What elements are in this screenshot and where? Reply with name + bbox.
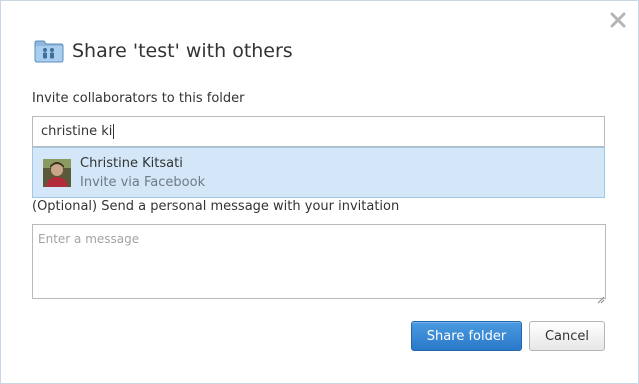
text-caret [113, 124, 115, 139]
invite-input-value: christine ki [41, 124, 113, 139]
shared-folder-icon [34, 39, 64, 63]
cancel-button[interactable]: Cancel [529, 321, 605, 351]
share-dialog: Share 'test' with others Invite collabor… [0, 0, 639, 384]
message-label: (Optional) Send a personal message with … [32, 199, 400, 214]
suggestion-name: Christine Kitsati [80, 155, 183, 171]
suggestion-subtitle: Invite via Facebook [80, 174, 206, 190]
suggestion-text: Christine Kitsati Invite via Facebook [80, 154, 205, 192]
resize-grip-icon[interactable] [596, 289, 605, 304]
close-icon[interactable] [607, 9, 629, 31]
invite-label: Invite collaborators to this folder [32, 91, 245, 106]
dialog-header: Share 'test' with others [34, 37, 293, 65]
dialog-title: Share 'test' with others [72, 40, 293, 62]
suggestion-item[interactable]: Christine Kitsati Invite via Facebook [32, 147, 605, 198]
avatar [43, 158, 71, 187]
message-textarea[interactable] [32, 224, 606, 299]
invite-input[interactable]: christine ki [32, 116, 605, 147]
share-folder-button[interactable]: Share folder [411, 321, 522, 351]
